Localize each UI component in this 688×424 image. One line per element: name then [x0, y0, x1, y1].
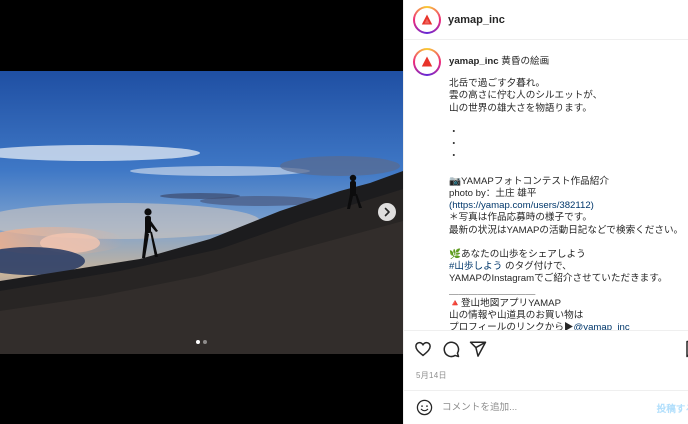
bookmark-icon [686, 340, 688, 358]
comment-icon [443, 341, 460, 358]
emoji-icon [416, 399, 432, 416]
caption-line: プロフィールのリンクから▶ [449, 322, 574, 331]
avatar[interactable] [413, 5, 441, 34]
chevron-right-icon [384, 207, 390, 217]
caption-header: yamap_inc 黄昏の絵画 [449, 56, 683, 68]
caption-line [449, 115, 683, 127]
caption-line: 北岳で過ごす夕暮れ。 [449, 78, 546, 90]
comment-bar: 投稿する [404, 390, 688, 424]
caption-line: 雲の高さに佇む人のシルエットが、 [449, 90, 603, 102]
like-button[interactable] [412, 338, 434, 360]
caption-line: 🔺登山地図アプリYAMAP [449, 297, 561, 309]
caption-line: ・ [449, 151, 459, 163]
emoji-button[interactable] [414, 398, 434, 418]
carousel-dot [203, 340, 207, 344]
caption-avatar[interactable] [413, 48, 441, 76]
action-bar [404, 338, 688, 362]
carousel-dot-active [196, 340, 200, 344]
caption-line: のタグ付けで、 [502, 261, 572, 273]
comment-input[interactable] [442, 402, 642, 413]
post-photo[interactable] [0, 71, 403, 354]
caption-line: 山の情報や山道具のお買い物は [449, 310, 584, 322]
post-comment-button[interactable]: 投稿する [657, 401, 688, 415]
caption-hashtag-line: #山歩しよう のタグ付けで、 [449, 261, 683, 273]
caption-line: 山の世界の雄大さを物語ります。 [449, 102, 592, 114]
heart-icon [415, 341, 431, 357]
caption-line: ・ [449, 139, 459, 151]
caption-scroll-area[interactable]: yamap_inc 黄昏の絵画 北岳で過ごす夕暮れ。 雲の高さに佇む人のシルエッ… [404, 41, 688, 331]
yamap-logo-icon [419, 12, 435, 27]
caption-line: photo by：土庄 雄平 [449, 188, 537, 199]
post-header: yamap_inc [404, 0, 688, 40]
caption-username[interactable]: yamap_inc [449, 56, 499, 67]
save-button[interactable] [682, 338, 688, 360]
mention-link[interactable]: @yamap_inc [574, 322, 630, 330]
media-viewer [0, 0, 403, 424]
caption-line: ＿＿＿＿＿＿＿＿＿ [449, 285, 536, 297]
caption-profile-line: プロフィールのリンクから▶@yamap_inc [449, 322, 683, 331]
caption: yamap_inc 黄昏の絵画 北岳で過ごす夕暮れ。 雲の高さに佇む人のシルエッ… [404, 41, 688, 331]
yamap-logo-icon [419, 54, 435, 70]
caption-link[interactable]: (https://yamap.com/users/382112) [449, 200, 683, 212]
send-icon [469, 341, 487, 357]
caption-line: ＊写真は作品応募時の様子です。 [449, 212, 592, 224]
caption-line: ・ [449, 127, 459, 138]
hashtag-link[interactable]: #山歩しよう [449, 261, 502, 272]
caption-line: 📷YAMAPフォトコンテスト作品紹介 [449, 175, 609, 187]
caption-line: 最新の状況はYAMAPの活動日記などで検索ください。 [449, 224, 684, 236]
comment-button[interactable] [440, 338, 462, 360]
carousel-next-button[interactable] [378, 203, 396, 221]
header-username[interactable]: yamap_inc [448, 14, 505, 26]
caption-line: 🌿あなたの山歩をシェアしよう [449, 249, 586, 260]
caption-body: yamap_inc 黄昏の絵画 北岳で過ごす夕暮れ。 雲の高さに佇む人のシルエッ… [449, 48, 684, 331]
caption-line: YAMAPのInstagramでご紹介させていただきます。 [449, 273, 668, 285]
caption-line [449, 237, 683, 249]
post-details-panel: yamap_inc yamap_inc 黄昏の絵画 北岳で過ごす夕暮れ。 雲の高… [403, 0, 688, 424]
caption-text: 北岳で過ごす夕暮れ。 雲の高さに佇む人のシルエットが、 山の世界の雄大さを物語り… [449, 78, 684, 331]
sunset-mountain-photo [0, 71, 403, 354]
post-date[interactable]: 5月14日 [416, 370, 447, 381]
caption-line [449, 164, 683, 176]
caption-title: 黄昏の絵画 [501, 56, 550, 67]
carousel-indicator [0, 340, 403, 344]
share-button[interactable] [467, 338, 489, 360]
